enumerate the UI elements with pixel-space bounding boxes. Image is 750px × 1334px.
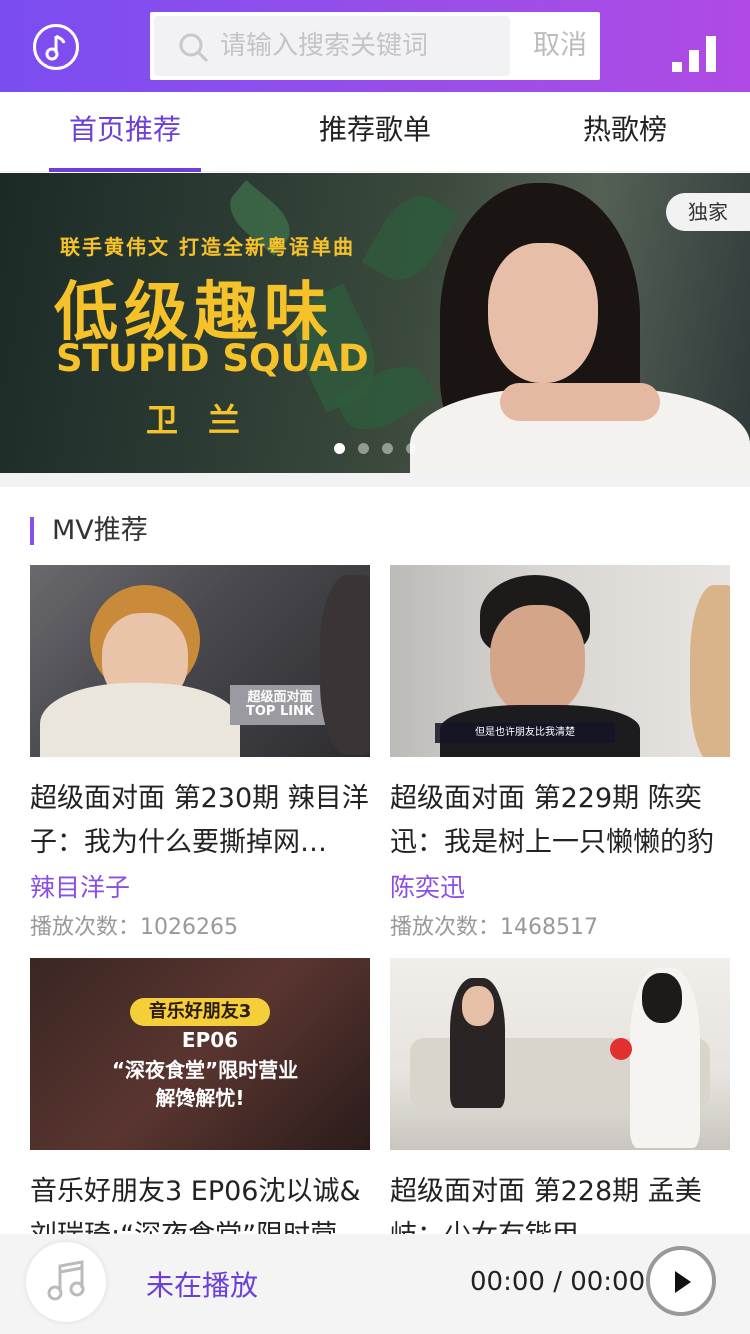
- mv-thumbnail[interactable]: [390, 958, 730, 1150]
- player-status: 未在播放: [146, 1269, 259, 1302]
- search-field-container: [154, 16, 510, 76]
- mv-card[interactable]: 超级面对面 第228期 孟美岐：少女有锴甲: [390, 958, 730, 1258]
- banner-artist-hands: [500, 383, 660, 421]
- thumb-overlay-text: “深夜食堂”限时营业: [111, 1058, 299, 1082]
- carousel-dot[interactable]: [358, 443, 369, 454]
- section-accent-bar: [30, 517, 34, 545]
- tab-recommended-playlists[interactable]: 推荐歌单: [250, 92, 500, 172]
- player-bar: 未在播放 00:00 / 00:00: [0, 1234, 750, 1334]
- carousel-dot[interactable]: [406, 443, 417, 454]
- thumb-overlay-text: 解馋解忧!: [155, 1086, 245, 1110]
- mv-thumbnail[interactable]: 但是也许朋友比我清楚: [390, 565, 730, 757]
- banner-subtitle: 联手黄伟文 打造全新粤语单曲: [60, 235, 355, 259]
- player-time: 00:00 / 00:00: [470, 1267, 646, 1297]
- tab-active-indicator: [49, 168, 201, 172]
- banner-artist-face: [488, 243, 598, 383]
- thumb-figure: [690, 585, 730, 757]
- mv-card[interactable]: 音乐好朋友3 EP06 “深夜食堂”限时营业 解馋解忧! 音乐好朋友3 EP06…: [30, 958, 370, 1258]
- section-title-mv: MV推荐: [30, 514, 148, 548]
- tab-bar: 首页推荐 推荐歌单 热歌榜: [0, 92, 750, 172]
- carousel-dot[interactable]: [334, 443, 345, 454]
- search-input[interactable]: [220, 26, 500, 66]
- cancel-button[interactable]: 取消: [520, 12, 600, 80]
- mv-card[interactable]: 超级面对面 TOP LINK 超级面对面 第230期 辣目洋子：我为什么要撕掉网…: [30, 565, 370, 943]
- thumb-figure: [40, 683, 240, 757]
- mv-thumbnail[interactable]: 音乐好朋友3 EP06 “深夜食堂”限时营业 解馋解忧!: [30, 958, 370, 1150]
- carousel-dot[interactable]: [382, 443, 393, 454]
- player-disc[interactable]: [26, 1242, 106, 1322]
- section-divider: [0, 473, 750, 487]
- thumb-figure: [320, 575, 370, 755]
- music-note-icon[interactable]: [33, 24, 79, 70]
- thumb-figure: [610, 1038, 632, 1060]
- play-button[interactable]: [646, 1246, 716, 1316]
- exclusive-badge: 独家: [666, 193, 750, 231]
- mv-thumbnail[interactable]: 超级面对面 TOP LINK: [30, 565, 370, 757]
- top-header: 取消: [0, 0, 750, 92]
- thumb-overlay-text: 超级面对面 TOP LINK: [245, 690, 315, 719]
- music-note-icon: [47, 1260, 85, 1301]
- tab-home-recommend[interactable]: 首页推荐: [0, 92, 250, 172]
- play-icon: [675, 1271, 691, 1293]
- thumb-overlay-text: EP06: [181, 1028, 239, 1052]
- search-bar: 取消: [150, 12, 600, 80]
- mv-title[interactable]: 超级面对面 第230期 辣目洋子：我为什么要撕掉网…: [30, 777, 370, 865]
- thumb-overlay-text: 音乐好朋友3: [130, 998, 270, 1026]
- thumb-figure: [642, 973, 682, 1023]
- tab-hot-songs[interactable]: 热歌榜: [500, 92, 750, 172]
- banner-carousel[interactable]: 联手黄伟文 打造全新粤语单曲 低级趣味 STUPID SQUAD 卫兰 独家: [0, 173, 750, 473]
- thumb-figure: [462, 986, 494, 1026]
- banner-title-en: STUPID SQUAD: [56, 337, 369, 380]
- mv-play-count: 播放次数：1468517: [390, 915, 598, 940]
- mv-play-count: 播放次数：1026265: [30, 915, 238, 940]
- mv-card[interactable]: 但是也许朋友比我清楚 超级面对面 第229期 陈奕迅：我是树上一只懒懒的豹 陈奕…: [390, 565, 730, 943]
- thumb-figure: [490, 605, 585, 715]
- banner-artist: 卫兰: [146, 401, 271, 439]
- mv-title[interactable]: 超级面对面 第229期 陈奕迅：我是树上一只懒懒的豹: [390, 777, 730, 865]
- search-icon: [179, 33, 209, 63]
- bar-chart-icon[interactable]: [672, 34, 716, 72]
- section-title-text: MV推荐: [52, 515, 148, 546]
- mv-artist[interactable]: 辣目洋子: [30, 871, 370, 905]
- thumb-subtitle: 但是也许朋友比我清楚: [435, 723, 615, 743]
- mv-artist[interactable]: 陈奕迅: [390, 871, 730, 905]
